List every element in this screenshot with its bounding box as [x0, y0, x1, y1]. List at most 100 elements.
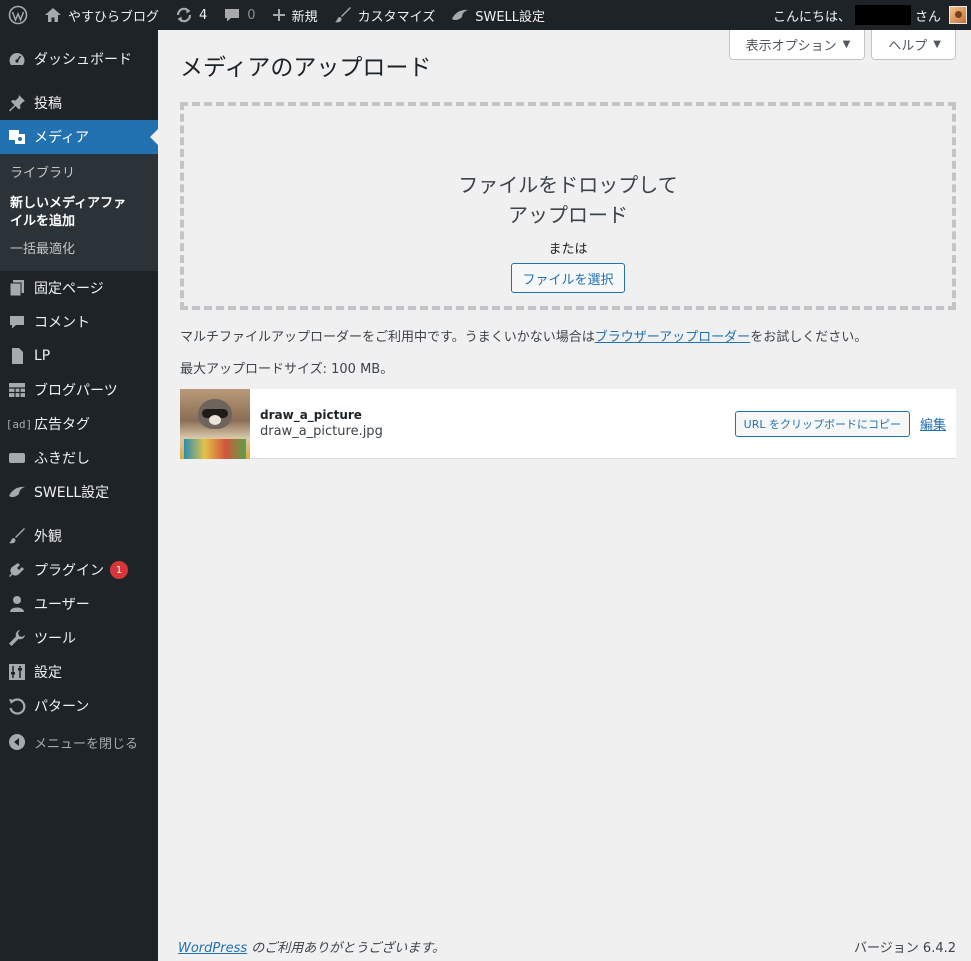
sidebar-item-dashboard[interactable]: ダッシュボード	[0, 42, 158, 76]
media-filename: draw_a_picture draw_a_picture.jpg	[260, 408, 383, 439]
help-button[interactable]: ヘルプ ▼	[871, 30, 956, 60]
media-submenu: ライブラリ 新しいメディアファイルを追加 一括最適化	[0, 154, 158, 271]
screen-meta-links: 表示オプション ▼ ヘルプ ▼	[728, 30, 956, 60]
home-icon	[44, 7, 62, 23]
greeting-prefix: こんにちは、	[772, 9, 851, 25]
drop-instructions-line2: アップロード	[508, 203, 628, 227]
updates-link[interactable]: 4	[167, 0, 215, 30]
sidebar-item-label: ツール	[34, 631, 76, 647]
drop-instructions-line1: ファイルをドロップして	[458, 173, 678, 197]
submenu-add-new[interactable]: 新しいメディアファイルを追加	[0, 187, 142, 237]
new-label: 新規	[291, 9, 318, 25]
caret-down-icon: ▼	[842, 39, 851, 50]
sidebar-item-label: ユーザー	[34, 597, 90, 613]
page-title: メディアのアップロード	[180, 55, 432, 81]
admin-bar: やすひらブログ 4 0 新規 カスタマイズ SWELL設定 こんにちは、 さん	[0, 0, 971, 30]
updates-count: 4	[199, 7, 208, 23]
document-icon	[7, 346, 27, 366]
grid-icon	[7, 380, 27, 400]
refresh-icon	[175, 6, 193, 24]
sidebar-item-settings[interactable]: 設定	[0, 655, 158, 689]
brush-icon	[334, 6, 352, 24]
ad-icon: [ad]	[5, 417, 33, 431]
screen-options-label: 表示オプション	[745, 39, 837, 54]
sidebar-item-appearance[interactable]: 外観	[0, 519, 158, 553]
media-title: draw_a_picture	[260, 408, 362, 422]
brush-icon	[7, 526, 27, 546]
uploaded-media-item: draw_a_picture draw_a_picture.jpg URL をク…	[180, 388, 956, 459]
sidebar-item-label: ダッシュボード	[34, 52, 132, 68]
plugins-update-badge: 1	[110, 561, 128, 579]
sidebar-item-patterns[interactable]: パターン	[0, 689, 158, 723]
sidebar-item-users[interactable]: ユーザー	[0, 587, 158, 621]
sidebar-item-posts[interactable]: 投稿	[0, 86, 158, 120]
comment-icon	[7, 312, 27, 332]
customize-link[interactable]: カスタマイズ	[326, 0, 444, 30]
sidebar-item-label: メニューを閉じる	[34, 736, 139, 752]
comments-count: 0	[247, 7, 256, 23]
wordpress-link[interactable]: WordPress	[178, 941, 247, 956]
footer-thankyou: WordPress のご利用ありがとうございます。	[178, 941, 445, 956]
sidebar-item-label: ふきだし	[34, 451, 90, 467]
pin-icon	[7, 93, 27, 113]
undo-icon	[7, 696, 27, 716]
sidebar-item-label: プラグイン	[34, 563, 104, 579]
greeting-suffix: さん	[914, 9, 941, 25]
wordpress-logo-button[interactable]	[0, 0, 36, 30]
sidebar-item-pages[interactable]: 固定ページ	[0, 271, 158, 305]
sidebar-item-tools[interactable]: ツール	[0, 621, 158, 655]
copy-url-button[interactable]: URL をクリップボードにコピー	[734, 410, 910, 437]
uploader-info: マルチファイルアップローダーをご利用中です。うまくいかない場合はブラウザーアップ…	[180, 330, 868, 345]
select-files-button[interactable]: ファイルを選択	[511, 263, 625, 293]
site-name-link[interactable]: やすひらブログ	[36, 0, 167, 30]
sidebar-item-label: 設定	[34, 665, 62, 681]
sidebar-item-comments[interactable]: コメント	[0, 305, 158, 339]
comments-link[interactable]: 0	[215, 0, 263, 30]
collapse-menu-button[interactable]: メニューを閉じる	[0, 725, 158, 759]
media-thumbnail	[180, 388, 250, 459]
caret-down-icon: ▼	[933, 39, 941, 50]
new-content-link[interactable]: 新規	[264, 0, 326, 30]
sidebar-item-ad-tag[interactable]: [ad] 広告タグ	[0, 407, 158, 441]
admin-sidebar: ダッシュボード 投稿 メディア ライブラリ 新しいメディアファイルを追加 一括最…	[0, 30, 158, 961]
swell-settings-link[interactable]: SWELL設定	[443, 0, 553, 30]
media-file: draw_a_picture.jpg	[260, 424, 383, 439]
sidebar-item-plugins[interactable]: プラグイン 1	[0, 553, 158, 587]
sidebar-item-blog-parts[interactable]: ブログパーツ	[0, 373, 158, 407]
edit-link[interactable]: 編集	[920, 414, 946, 433]
my-account[interactable]: こんにちは、 さん	[773, 5, 971, 25]
browser-uploader-link[interactable]: ブラウザーアップローダー	[595, 330, 750, 345]
user-icon	[7, 594, 27, 614]
footer-version: バージョン 6.4.2	[854, 941, 956, 956]
swell-label: SWELL設定	[475, 9, 546, 25]
media-icon	[7, 127, 27, 147]
wordpress-icon	[8, 5, 28, 25]
drag-drop-area[interactable]: ファイルをドロップして アップロード または ファイルを選択	[180, 102, 956, 310]
sidebar-item-label: LP	[34, 348, 51, 364]
plus-icon	[272, 8, 286, 22]
wrench-icon	[7, 628, 27, 648]
help-label: ヘルプ	[888, 39, 928, 54]
sidebar-item-fukidashi[interactable]: ふきだし	[0, 441, 158, 475]
avatar[interactable]	[949, 6, 967, 24]
sidebar-item-label: ブログパーツ	[34, 383, 118, 399]
comment-icon	[223, 7, 241, 23]
submenu-library[interactable]: ライブラリ	[0, 161, 158, 187]
sidebar-item-label: 広告タグ	[34, 417, 90, 433]
sidebar-item-label: コメント	[34, 315, 90, 331]
sidebar-item-label: SWELL設定	[34, 485, 110, 501]
sidebar-item-label: メディア	[34, 130, 90, 146]
speech-bubble-icon	[7, 448, 27, 468]
settings-sliders-icon	[7, 662, 27, 682]
sidebar-item-swell-settings[interactable]: SWELL設定	[0, 475, 158, 509]
submenu-bulk-optimize[interactable]: 一括最適化	[0, 237, 158, 263]
pages-icon	[7, 278, 27, 298]
screen-options-button[interactable]: 表示オプション ▼	[728, 30, 866, 60]
sidebar-item-label: 固定ページ	[34, 281, 104, 297]
main-content: 表示オプション ▼ ヘルプ ▼ メディアのアップロード ファイルをドロップして …	[158, 30, 971, 961]
plug-icon	[7, 560, 27, 580]
swell-icon	[451, 8, 469, 22]
sidebar-item-media[interactable]: メディア	[0, 120, 158, 154]
swell-icon	[7, 482, 27, 502]
sidebar-item-lp[interactable]: LP	[0, 339, 158, 373]
